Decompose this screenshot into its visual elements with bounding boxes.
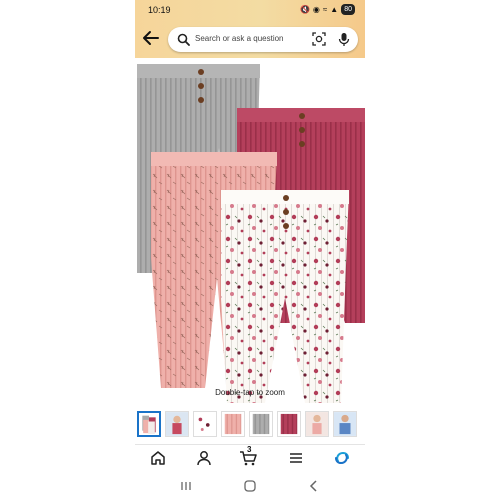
cart-button[interactable]: 3 (239, 445, 257, 467)
bottom-nav: 3 (135, 444, 365, 471)
status-bar: 10:19 🔇 ◉ ≈ ▲ 80 (135, 0, 365, 20)
search-bar[interactable]: Search or ask a question (168, 27, 358, 52)
menu-icon[interactable] (287, 449, 305, 467)
thumbnail-floral-print[interactable] (193, 411, 217, 437)
zoom-hint: Double-tap to zoom (215, 388, 285, 397)
battery-icon: 80 (341, 4, 355, 15)
mute-icon: 🔇 (299, 5, 310, 14)
thumbnail-set-of-four[interactable] (137, 411, 161, 437)
back-arrow-icon[interactable] (142, 29, 160, 47)
thumbnail-berry-ribbed[interactable] (277, 411, 301, 437)
status-icons: 🔇 ◉ ≈ ▲ 80 (300, 4, 355, 15)
status-time: 10:19 (148, 5, 171, 15)
search-input[interactable]: Search or ask a question (195, 34, 284, 43)
signal-icon: ▲ (330, 5, 339, 14)
phone-screen: 10:19 🔇 ◉ ≈ ▲ 80 Search or ask a questio… (135, 0, 365, 500)
rufus-icon[interactable] (333, 449, 351, 467)
camera-search-icon[interactable] (312, 32, 326, 46)
search-icon (177, 33, 190, 46)
thumbnail-gray-ribbed[interactable] (249, 411, 273, 437)
system-nav-bar (135, 472, 365, 500)
thumbnail-blue-outfit-baby[interactable] (333, 411, 357, 437)
thumbnail-baby-outfit[interactable] (165, 411, 189, 437)
product-image[interactable] (135, 58, 365, 408)
home-button-icon[interactable] (243, 479, 257, 493)
cart-count: 3 (247, 445, 252, 454)
wifi-icon: ≈ (322, 5, 328, 14)
floral-pants (221, 190, 349, 403)
thumbnail-strip (135, 411, 365, 441)
account-icon[interactable] (195, 449, 213, 467)
recent-apps-icon[interactable] (179, 479, 193, 493)
app-header: 10:19 🔇 ◉ ≈ ▲ 80 Search or ask a questio… (135, 0, 365, 58)
home-icon[interactable] (149, 449, 167, 467)
thumbnail-pink-pants-baby[interactable] (305, 411, 329, 437)
thumbnail-pink-ribbed[interactable] (221, 411, 245, 437)
microphone-icon[interactable] (338, 32, 350, 47)
back-button-icon[interactable] (307, 479, 321, 493)
location-icon: ◉ (312, 5, 320, 14)
